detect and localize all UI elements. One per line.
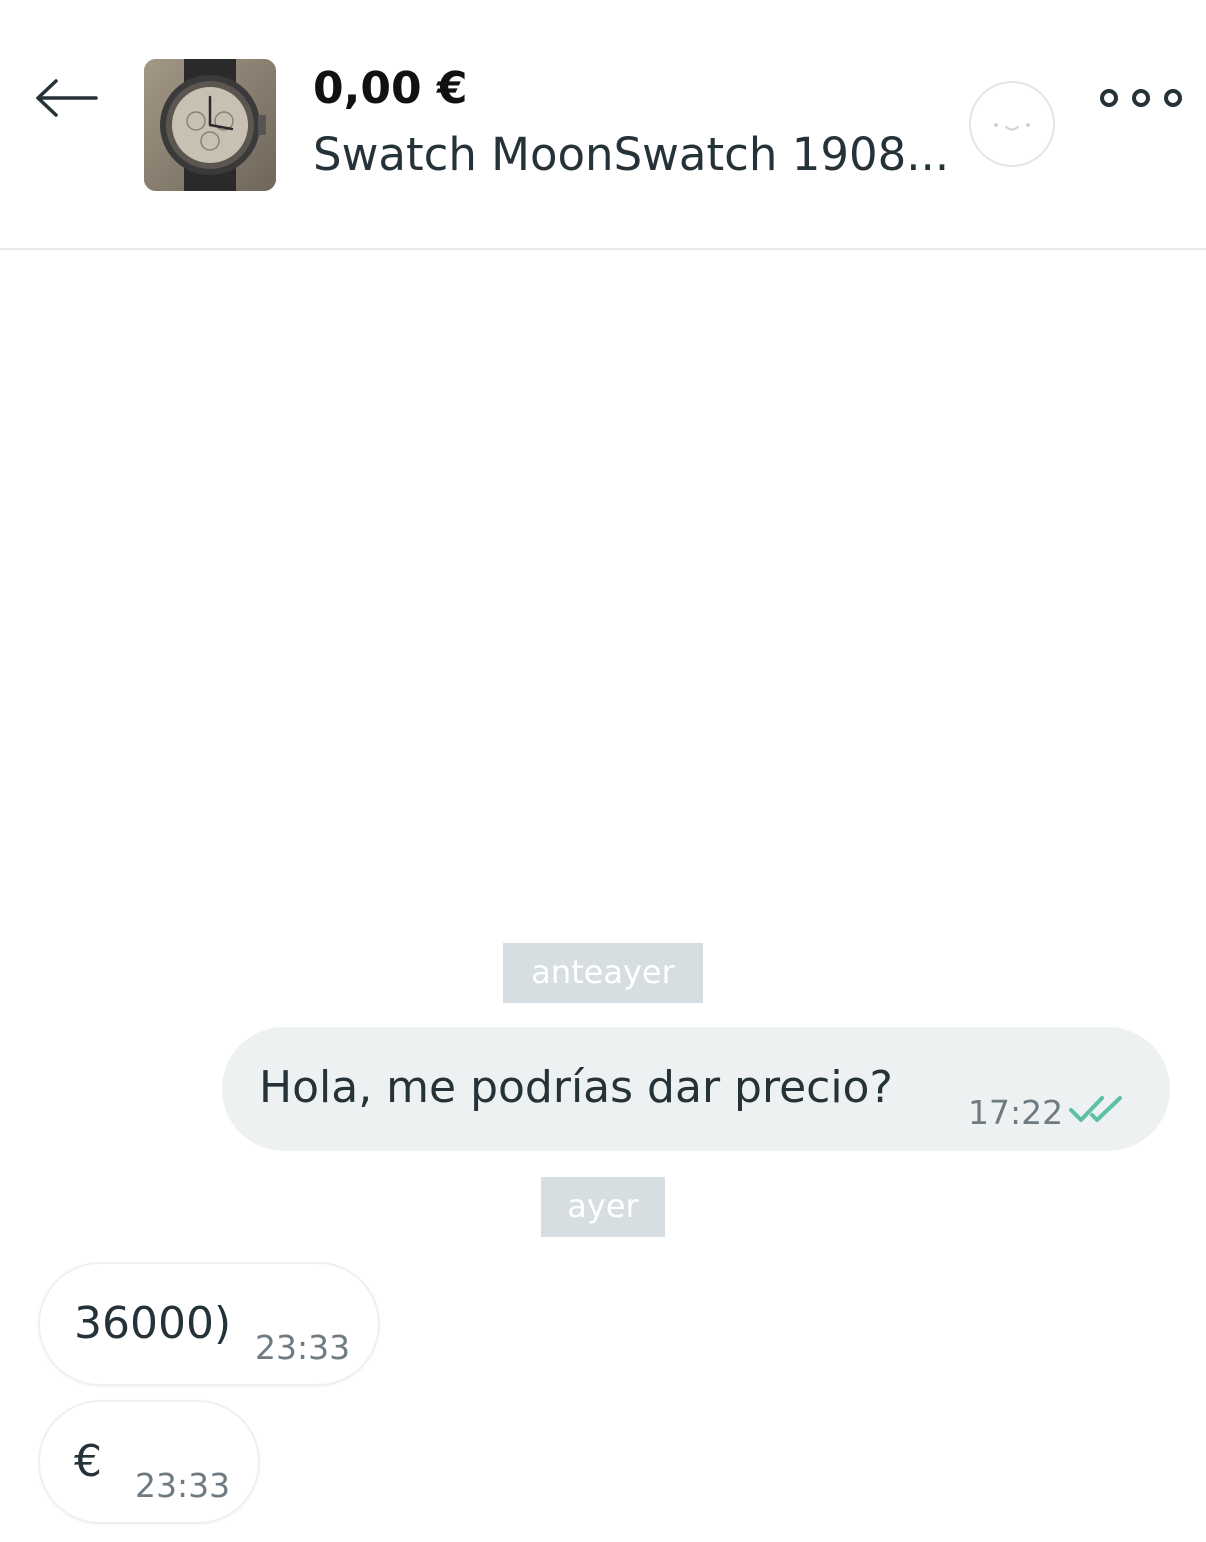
message-time: 23:33 xyxy=(135,1466,231,1505)
message-bubble-incoming[interactable]: € 23:33 xyxy=(38,1400,260,1524)
face-placeholder-icon xyxy=(994,123,1030,131)
message-text: Hola, me podrías dar precio? xyxy=(259,1062,893,1113)
message-text: € xyxy=(74,1436,102,1487)
product-thumbnail[interactable] xyxy=(144,59,276,191)
more-dots-icon xyxy=(1100,89,1182,107)
product-price: 0,00 € xyxy=(313,63,468,114)
back-button[interactable] xyxy=(28,66,104,130)
message-bubble-incoming[interactable]: 36000) 23:33 xyxy=(38,1262,380,1386)
arrow-left-icon xyxy=(36,79,98,117)
date-separator: ayer xyxy=(541,1177,665,1237)
message-bubble-outgoing[interactable]: Hola, me podrías dar precio? 17:22 xyxy=(222,1027,1170,1151)
product-title[interactable]: Swatch MoonSwatch 1908... xyxy=(313,126,953,184)
chat-header: 0,00 € Swatch MoonSwatch 1908... xyxy=(0,0,1206,250)
message-text: 36000) xyxy=(74,1298,232,1349)
message-time: 17:22 xyxy=(968,1093,1064,1132)
date-separator: anteayer xyxy=(503,943,703,1003)
user-avatar[interactable] xyxy=(969,81,1055,167)
watch-image xyxy=(144,59,276,191)
message-time: 23:33 xyxy=(255,1328,351,1367)
more-options-button[interactable] xyxy=(1090,78,1190,118)
double-check-icon xyxy=(1069,1096,1122,1122)
